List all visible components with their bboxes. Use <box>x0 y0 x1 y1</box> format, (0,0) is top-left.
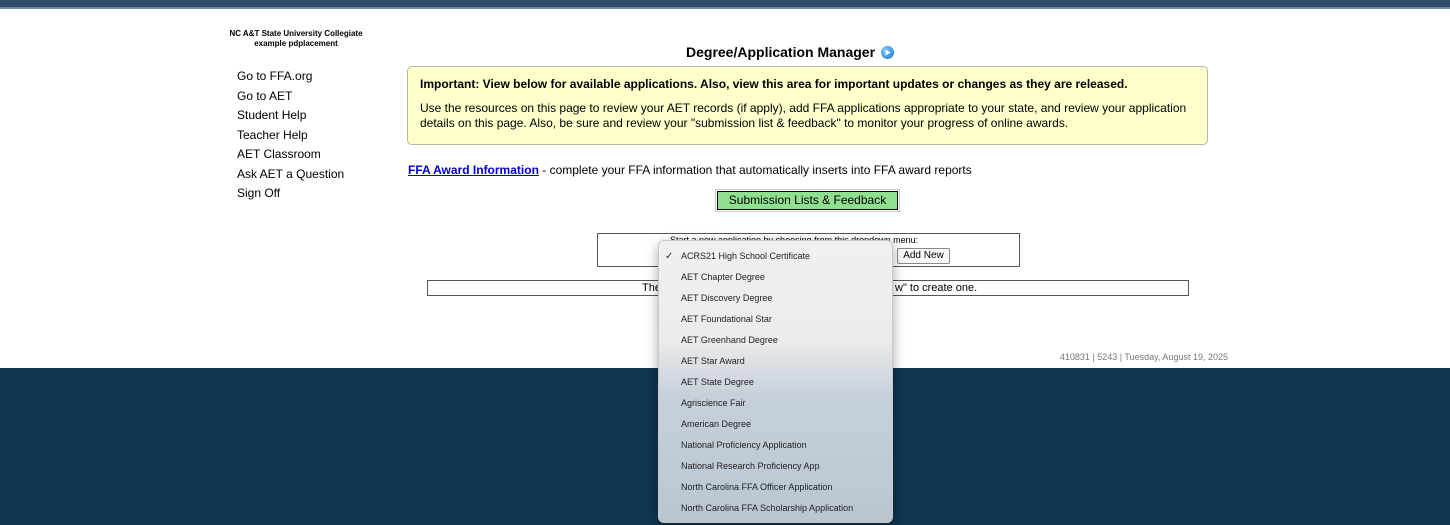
nav-aet-classroom[interactable]: AET Classroom <box>237 145 344 165</box>
nav-sign-off[interactable]: Sign Off <box>237 184 344 204</box>
nav-go-to-aet[interactable]: Go to AET <box>237 87 344 107</box>
dropdown-option[interactable]: AET Star Award <box>659 351 892 372</box>
nav-teacher-help[interactable]: Teacher Help <box>237 126 344 146</box>
dropdown-option[interactable]: American Degree <box>659 414 892 435</box>
nav-ask-aet[interactable]: Ask AET a Question <box>237 165 344 185</box>
dropdown-option[interactable]: ✓ ACRS21 High School Certificate <box>659 246 892 267</box>
play-video-icon[interactable] <box>881 45 895 59</box>
ffa-award-line: FFA Award Information - complete your FF… <box>408 163 972 177</box>
add-new-button[interactable]: Add New <box>897 248 950 264</box>
dropdown-option[interactable]: AET Discovery Degree <box>659 288 892 309</box>
dropdown-option[interactable]: AET State Degree <box>659 372 892 393</box>
important-notice: Important: View below for available appl… <box>407 66 1208 145</box>
school-name: NC A&T State University Collegiate <box>229 29 363 38</box>
message-end: w" to create one. <box>895 282 978 294</box>
ffa-award-info-link[interactable]: FFA Award Information <box>408 163 539 177</box>
dropdown-option[interactable]: National Proficiency Application <box>659 435 892 456</box>
account-name: example pdplacement <box>254 39 338 48</box>
submission-lists-button[interactable]: Submission Lists & Feedback <box>715 189 900 212</box>
dropdown-option[interactable]: North Carolina FFA Officer Application <box>659 477 892 498</box>
top-bar-accent <box>0 7 1450 9</box>
footer-info: 410831 | 5243 | Tuesday, August 19, 2025 <box>1059 352 1228 362</box>
dropdown-option[interactable]: AET Chapter Degree <box>659 267 892 288</box>
school-info: NC A&T State University Collegiate examp… <box>216 29 376 49</box>
notice-heading: Important: View below for available appl… <box>420 77 1128 91</box>
notice-body: Use the resources on this page to review… <box>420 101 1187 130</box>
dropdown-option[interactable]: North Carolina FFA Scholarship Applicati… <box>659 498 892 519</box>
dropdown-option[interactable]: AET Foundational Star <box>659 309 892 330</box>
dropdown-option[interactable]: National Research Proficiency App <box>659 456 892 477</box>
page-title: Degree/Application Manager <box>686 44 876 60</box>
dropdown-option[interactable]: Agriscience Fair <box>659 393 892 414</box>
dropdown-option[interactable]: AET Greenhand Degree <box>659 330 892 351</box>
checkmark-icon: ✓ <box>665 251 674 262</box>
sidebar-nav: Go to FFA.org Go to AET Student Help Tea… <box>237 67 344 204</box>
application-dropdown-menu[interactable]: ✓ ACRS21 High School Certificate AET Chap… <box>658 240 893 523</box>
nav-go-to-ffa[interactable]: Go to FFA.org <box>237 67 344 87</box>
page-title-row: Degree/Application Manager <box>686 44 895 60</box>
ffa-award-description: - complete your FFA information that aut… <box>538 163 972 177</box>
top-bar <box>0 0 1450 9</box>
nav-student-help[interactable]: Student Help <box>237 106 344 126</box>
